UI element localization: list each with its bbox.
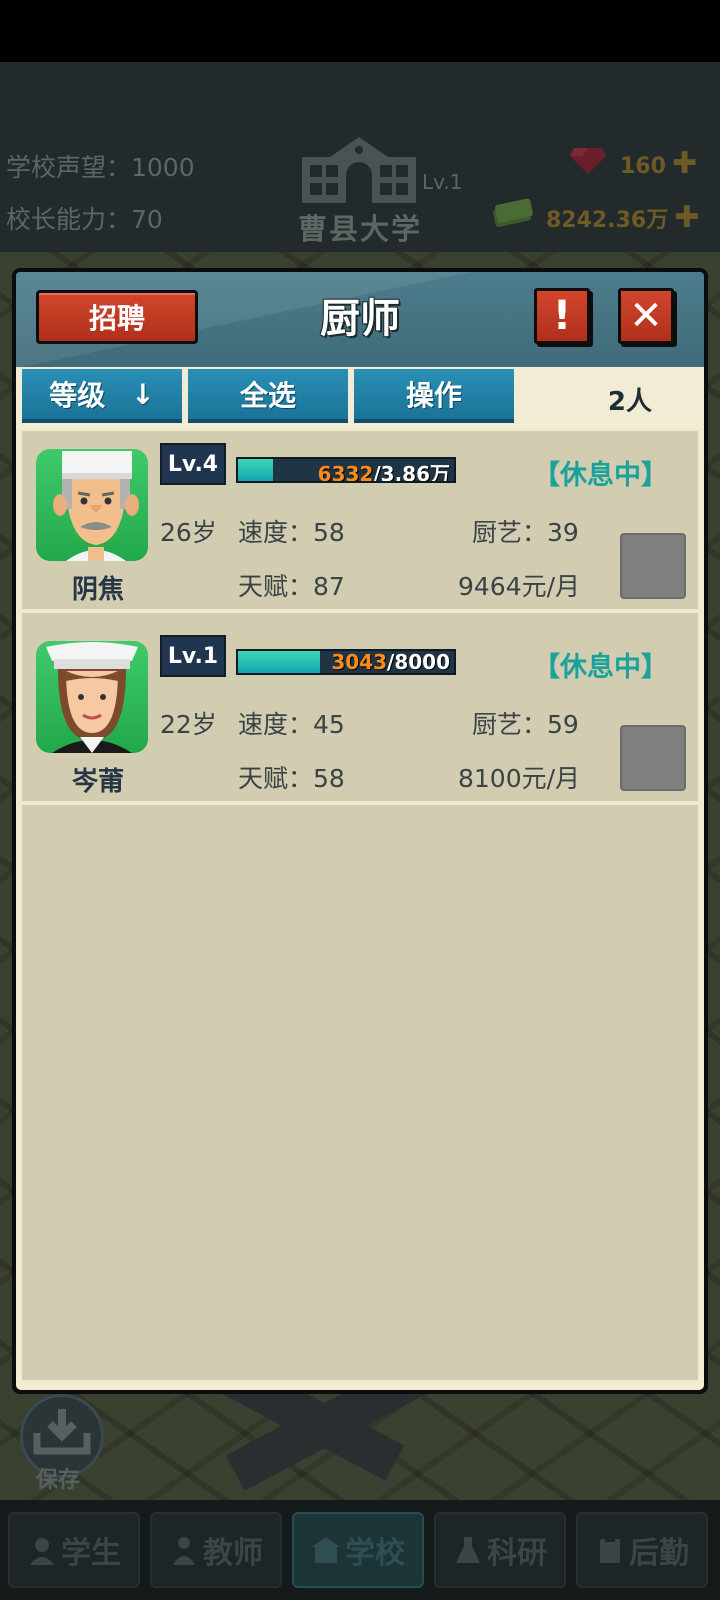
nav-label: 科研 (487, 1536, 547, 1571)
money-icon (493, 198, 533, 227)
bottom-nav: 学生 教师 学校 科研 后勤 (0, 1500, 720, 1600)
ability-stat: 校长能力：70 (6, 205, 163, 234)
top-bar: 学校声望：1000 校长能力：70 Lv.1 曹县大学 160 ✚ 8242.36… (0, 62, 720, 252)
money-count: 8242.36万 ✚ (546, 200, 699, 235)
nav-students[interactable]: 学生 (8, 1512, 140, 1588)
alert-icon: ! (552, 293, 572, 339)
logistics-icon (600, 1537, 620, 1563)
xp-bar: 6332/3.86万 (236, 457, 456, 483)
xp-text: 3043/8000 (331, 650, 450, 674)
staff-name: 阴焦 (71, 575, 124, 605)
add-money-icon[interactable]: ✚ (674, 200, 699, 235)
gem-value: 160 (620, 154, 666, 179)
save-label: 保存 (36, 1468, 81, 1493)
staff-status: 【休息中】 (533, 652, 668, 683)
xp-total: /8000 (387, 650, 450, 674)
female-chef-avatar (46, 642, 138, 753)
sort-arrow-icon: ↓ (131, 377, 155, 411)
school-name: 曹县大学 (298, 212, 423, 246)
school-building-icon (302, 137, 416, 203)
download-icon (33, 1409, 91, 1455)
research-icon (456, 1537, 480, 1563)
avatar (36, 449, 148, 561)
close-icon: ✕ (629, 293, 663, 339)
staff-speed: 速度：58 (238, 518, 345, 547)
nav-label: 学校 (345, 1536, 405, 1571)
staff-skill: 厨艺：39 (472, 518, 579, 547)
staff-name: 岑莆 (71, 767, 124, 797)
xp-current: 6332 (317, 462, 374, 483)
xp-fill (238, 651, 321, 673)
male-chef-avatar (53, 451, 139, 561)
staff-status: 【休息中】 (533, 460, 668, 491)
select-all-button[interactable]: 全选 (188, 369, 348, 423)
staff-salary: 9464元/月 (458, 572, 581, 601)
select-checkbox[interactable] (620, 533, 686, 599)
avatar (36, 641, 148, 753)
dialog-title: 厨师 (320, 296, 400, 342)
staff-list: 阴焦 Lv.4 6332/3.86万 【休息中】 26岁 速度：58 厨艺：39… (20, 429, 700, 1382)
level-badge: Lv.1 (160, 635, 226, 677)
staff-skill: 厨艺：59 (472, 710, 579, 739)
school-icon (312, 1537, 340, 1563)
add-gems-icon[interactable]: ✚ (672, 146, 697, 181)
xp-total: /3.86万 (373, 462, 450, 483)
level-badge: Lv.4 (160, 443, 226, 485)
status-bar (0, 0, 720, 62)
reputation-stat: 学校声望：1000 (6, 153, 195, 182)
close-button[interactable]: ✕ (618, 288, 674, 344)
nav-label: 教师 (203, 1536, 263, 1571)
alert-button[interactable]: ! (534, 288, 590, 344)
operate-button[interactable]: 操作 (354, 369, 514, 423)
dialog-header: 招聘 厨师 ! ✕ (16, 272, 704, 367)
nav-logistics[interactable]: 后勤 (576, 1512, 708, 1588)
xp-current: 3043 (331, 650, 388, 674)
xp-fill (238, 459, 274, 481)
staff-salary: 8100元/月 (458, 764, 581, 793)
sort-label: 等级 (49, 379, 106, 412)
sort-level-button[interactable]: 等级 ↓ (22, 369, 182, 423)
student-icon (30, 1538, 54, 1565)
staff-speed: 速度：45 (238, 710, 345, 739)
teacher-icon (173, 1537, 195, 1565)
staff-talent: 天赋：87 (238, 572, 345, 601)
nav-teachers[interactable]: 教师 (150, 1512, 282, 1588)
staff-talent: 天赋：58 (238, 764, 345, 793)
staff-count: 2人 (607, 387, 652, 417)
gem-count: 160 ✚ (620, 146, 697, 181)
staff-card[interactable]: 阴焦 Lv.4 6332/3.86万 【休息中】 26岁 速度：58 厨艺：39… (22, 431, 698, 613)
select-checkbox[interactable] (620, 725, 686, 791)
school-level: Lv.1 (422, 170, 463, 194)
xp-bar: 3043/8000 (236, 649, 456, 675)
gem-icon (570, 148, 606, 174)
xp-text: 6332/3.86万 (317, 459, 450, 483)
staff-age: 26岁 (160, 518, 217, 547)
nav-label: 后勤 (629, 1536, 689, 1571)
staff-card[interactable]: 岑莆 Lv.1 3043/8000 【休息中】 22岁 速度：45 厨艺：59 … (22, 623, 698, 805)
nav-school[interactable]: 学校 (292, 1512, 424, 1588)
nav-label: 学生 (61, 1536, 121, 1571)
chef-dialog: 招聘 厨师 ! ✕ 等级 ↓ 全选 操作 2人 阴焦 Lv.4 6332/3.8… (12, 268, 708, 1394)
staff-age: 22岁 (160, 710, 217, 739)
nav-research[interactable]: 科研 (434, 1512, 566, 1588)
money-value: 8242.36万 (546, 208, 669, 233)
filter-tabs: 等级 ↓ 全选 操作 2人 (16, 367, 704, 425)
